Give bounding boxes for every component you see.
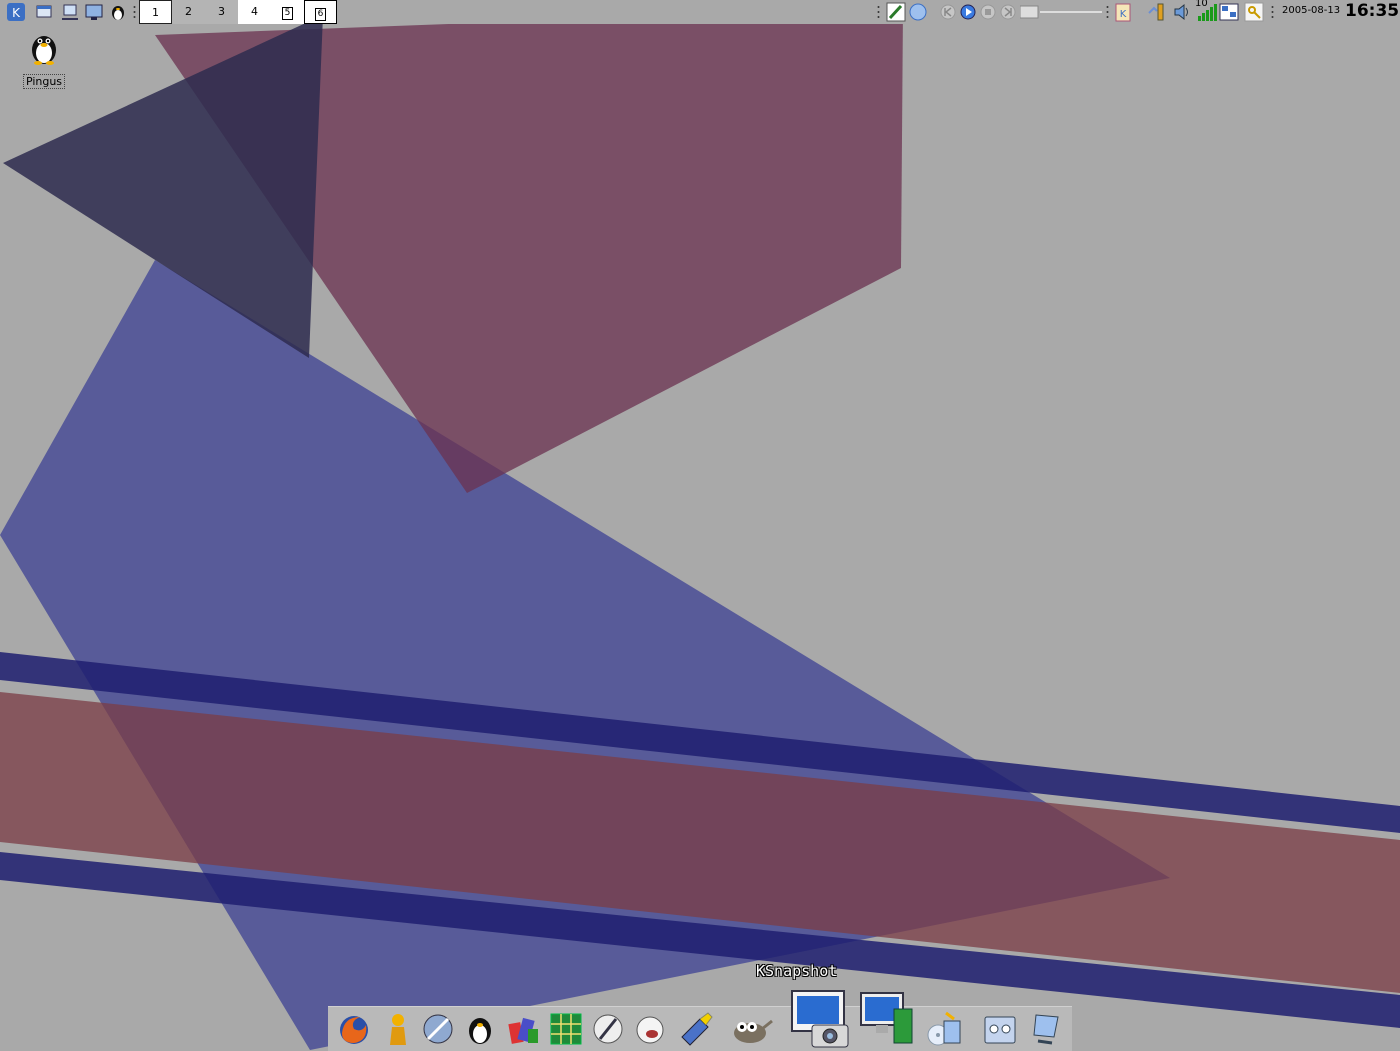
volume-icon[interactable] xyxy=(1172,2,1192,22)
pager-desktop-3[interactable]: 3 xyxy=(205,0,238,24)
keys-icon[interactable] xyxy=(1244,2,1264,22)
cd-box-icon[interactable] xyxy=(926,1011,962,1047)
panel-handle-icon[interactable] xyxy=(1271,4,1274,20)
kde-menu-icon[interactable]: K xyxy=(6,2,26,22)
monitor-icon[interactable] xyxy=(858,987,918,1047)
klipper-icon[interactable]: K xyxy=(1113,2,1133,22)
next-icon[interactable] xyxy=(998,2,1018,22)
play-icon[interactable] xyxy=(958,2,978,22)
window-list-icon[interactable] xyxy=(34,2,54,22)
prev-icon[interactable] xyxy=(938,2,958,22)
screen-icon[interactable] xyxy=(84,2,104,22)
svg-text:K: K xyxy=(12,6,21,20)
desktop-wallpaper xyxy=(0,0,1400,1050)
battery-icon[interactable] xyxy=(1146,2,1166,22)
svg-text:K: K xyxy=(1120,9,1127,20)
firefox-icon[interactable] xyxy=(336,1011,372,1047)
dock-tooltip: KSnapshot xyxy=(756,962,838,980)
app-dock xyxy=(328,990,1072,1051)
sudoku-icon[interactable] xyxy=(548,1011,584,1047)
network-settings-icon[interactable] xyxy=(982,1011,1018,1047)
penguin-icon[interactable] xyxy=(108,2,128,22)
network-icon[interactable] xyxy=(60,2,80,22)
slider-icon[interactable] xyxy=(1020,2,1104,22)
desktop-icon-label: Pingus xyxy=(22,74,66,89)
wifi-signal-icon[interactable] xyxy=(1197,2,1217,22)
network-monitor-icon[interactable] xyxy=(1219,2,1239,22)
pager-desktop-5-label: 5 xyxy=(281,7,294,20)
stop-icon[interactable] xyxy=(978,2,998,22)
pager-desktop-1[interactable]: 1 xyxy=(139,0,172,24)
panel-handle-icon[interactable] xyxy=(133,4,136,20)
penguin-icon xyxy=(32,36,56,65)
gimp-icon[interactable] xyxy=(726,1011,774,1047)
ksnapshot-icon[interactable] xyxy=(788,987,852,1051)
top-panel: K 1 2 3 4 5 6 K 10 2005-08-13 16:35 xyxy=(0,0,1400,24)
pen-icon[interactable] xyxy=(590,1011,626,1047)
tux-icon[interactable] xyxy=(462,1011,498,1047)
person-icon[interactable] xyxy=(380,1011,416,1047)
puzzle-icon[interactable] xyxy=(506,1011,542,1047)
blue-orb-icon[interactable] xyxy=(908,2,928,22)
pen-icon[interactable] xyxy=(886,2,906,22)
panel-clock[interactable]: 16:35 xyxy=(1345,1,1399,21)
panel-handle-icon[interactable] xyxy=(877,4,880,20)
pager-desktop-4[interactable]: 4 xyxy=(238,0,271,24)
pager-desktop-5[interactable]: 5 xyxy=(271,0,304,24)
pager-desktop-6[interactable]: 6 xyxy=(304,0,337,24)
panel-date[interactable]: 2005-08-13 xyxy=(1282,5,1340,16)
pager-desktop-2[interactable]: 2 xyxy=(172,0,205,24)
ruler-icon[interactable] xyxy=(678,1011,714,1047)
media-icon[interactable] xyxy=(632,1011,668,1047)
pager-desktop-6-label: 6 xyxy=(314,8,327,21)
desktop-icon-pingus[interactable]: Pingus xyxy=(22,30,66,89)
panel-handle-icon[interactable] xyxy=(1106,4,1109,20)
browser-icon[interactable] xyxy=(420,1011,456,1047)
computer-icon[interactable] xyxy=(1028,1011,1064,1047)
